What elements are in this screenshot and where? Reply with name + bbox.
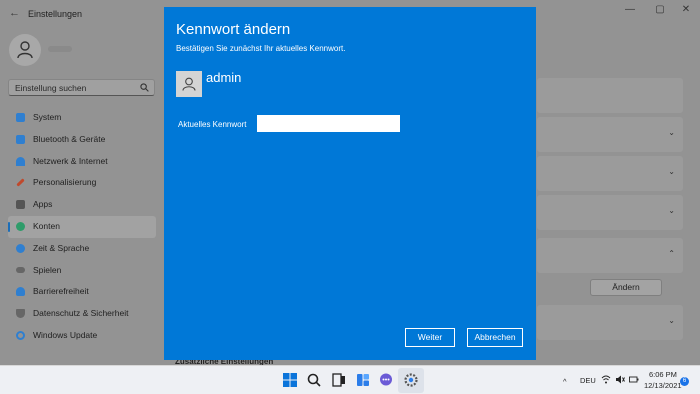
chevron-down-icon[interactable]: ⌄: [668, 128, 675, 137]
sidebar-item-label: Spielen: [33, 264, 62, 275]
search-box[interactable]: Einstellung suchen: [8, 79, 155, 96]
shield-icon: [16, 309, 25, 319]
gamepad-icon: [16, 266, 25, 273]
update-icon: [16, 330, 25, 340]
chevron-down-icon[interactable]: ⌄: [668, 206, 675, 215]
search-icon[interactable]: [140, 83, 149, 92]
settings-row[interactable]: ⌄: [537, 305, 683, 340]
sidebar-item-label: Barrierefreiheit: [33, 286, 89, 297]
person-icon: [16, 221, 25, 231]
sidebar-item-label: Konten: [33, 220, 60, 231]
sidebar-item-label: Zeit & Sprache: [33, 242, 90, 253]
active-indicator: [8, 221, 10, 232]
sidebar-item-gaming[interactable]: Spielen: [8, 260, 156, 282]
clock-time[interactable]: 6:06 PM: [649, 370, 677, 379]
user-icon: [17, 41, 33, 59]
bluetooth-icon: [16, 134, 25, 144]
sidebar-item-apps[interactable]: Apps: [8, 194, 156, 216]
windows-start-icon[interactable]: [282, 372, 298, 388]
search-icon[interactable]: [306, 372, 322, 388]
sidebar-item-accessibility[interactable]: Barrierefreiheit: [8, 281, 156, 303]
clock-date[interactable]: 12/13/2021: [644, 381, 682, 390]
search-input[interactable]: Einstellung suchen: [15, 83, 86, 93]
minimize-icon[interactable]: —: [620, 4, 640, 15]
next-button[interactable]: Weiter: [405, 328, 455, 347]
wifi-icon: [16, 156, 25, 166]
sidebar-item-label: Bluetooth & Geräte: [33, 133, 106, 144]
user-icon: [182, 77, 196, 91]
change-button[interactable]: Ändern: [590, 279, 662, 296]
brush-icon: [16, 178, 25, 188]
sidebar-item-label: Windows Update: [33, 329, 98, 340]
cancel-button[interactable]: Abbrechen: [467, 328, 523, 347]
sidebar-item-personalization[interactable]: Personalisierung: [8, 172, 156, 194]
sidebar-nav: System Bluetooth & Geräte Netzwerk & Int…: [8, 107, 156, 347]
monitor-icon: [16, 113, 25, 122]
back-arrow-icon[interactable]: ←: [9, 7, 20, 19]
maximize-icon[interactable]: ▢: [650, 4, 670, 15]
notification-badge[interactable]: 6: [680, 377, 689, 386]
tray-chevron-icon[interactable]: ^: [563, 377, 567, 386]
accessibility-icon: [16, 287, 25, 297]
window-title: Einstellungen: [28, 9, 83, 19]
language-indicator[interactable]: DEU: [580, 376, 596, 385]
sidebar-item-label: Apps: [33, 199, 53, 210]
settings-row-expanded[interactable]: ⌃: [537, 238, 683, 273]
globe-clock-icon: [16, 243, 25, 253]
profile-name-blurred: [48, 46, 72, 52]
close-icon[interactable]: ✕: [676, 4, 696, 15]
chat-icon[interactable]: [378, 372, 394, 388]
volume-icon[interactable]: [615, 375, 625, 384]
username: admin: [206, 70, 242, 85]
profile-avatar: [9, 34, 41, 66]
sidebar-item-bluetooth[interactable]: Bluetooth & Geräte: [8, 129, 156, 151]
settings-row[interactable]: ⌄: [537, 117, 683, 152]
dialog-subtitle: Bestätigen Sie zunächst Ihr aktuelles Ke…: [176, 44, 346, 53]
sidebar-item-network[interactable]: Netzwerk & Internet: [8, 151, 156, 173]
settings-gear-icon[interactable]: [403, 372, 419, 388]
apps-icon: [16, 200, 25, 210]
user-avatar: [176, 71, 202, 97]
sidebar-item-label: Netzwerk & Internet: [33, 155, 108, 166]
chevron-down-icon[interactable]: ⌄: [668, 316, 675, 325]
sidebar-item-windows-update[interactable]: Windows Update: [8, 325, 156, 347]
sidebar-item-time-language[interactable]: Zeit & Sprache: [8, 238, 156, 260]
sidebar-item-privacy[interactable]: Datenschutz & Sicherheit: [8, 303, 156, 325]
taskbar: ^ DEU 6:06 PM 12/13/2021 6: [0, 365, 700, 394]
sidebar-item-label: Personalisierung: [33, 177, 97, 188]
task-view-icon[interactable]: [331, 372, 347, 388]
sidebar-item-system[interactable]: System: [8, 107, 156, 129]
current-password-input[interactable]: [257, 115, 400, 132]
settings-row[interactable]: ⌄: [537, 195, 683, 230]
sidebar-item-label: Datenschutz & Sicherheit: [33, 308, 129, 319]
password-label: Aktuelles Kennwort: [178, 120, 247, 129]
settings-row[interactable]: ⌄: [537, 156, 683, 191]
battery-icon[interactable]: [629, 375, 639, 384]
wifi-icon[interactable]: [601, 375, 611, 384]
dialog-title: Kennwort ändern: [176, 21, 291, 38]
widgets-icon[interactable]: [355, 372, 371, 388]
sidebar-item-label: System: [33, 112, 62, 122]
settings-row[interactable]: [537, 78, 683, 113]
chevron-down-icon[interactable]: ⌄: [668, 167, 675, 176]
chevron-up-icon[interactable]: ⌃: [668, 249, 675, 258]
sidebar-item-accounts[interactable]: Konten: [8, 215, 156, 238]
change-password-dialog: Kennwort ändern Bestätigen Sie zunächst …: [164, 7, 536, 360]
